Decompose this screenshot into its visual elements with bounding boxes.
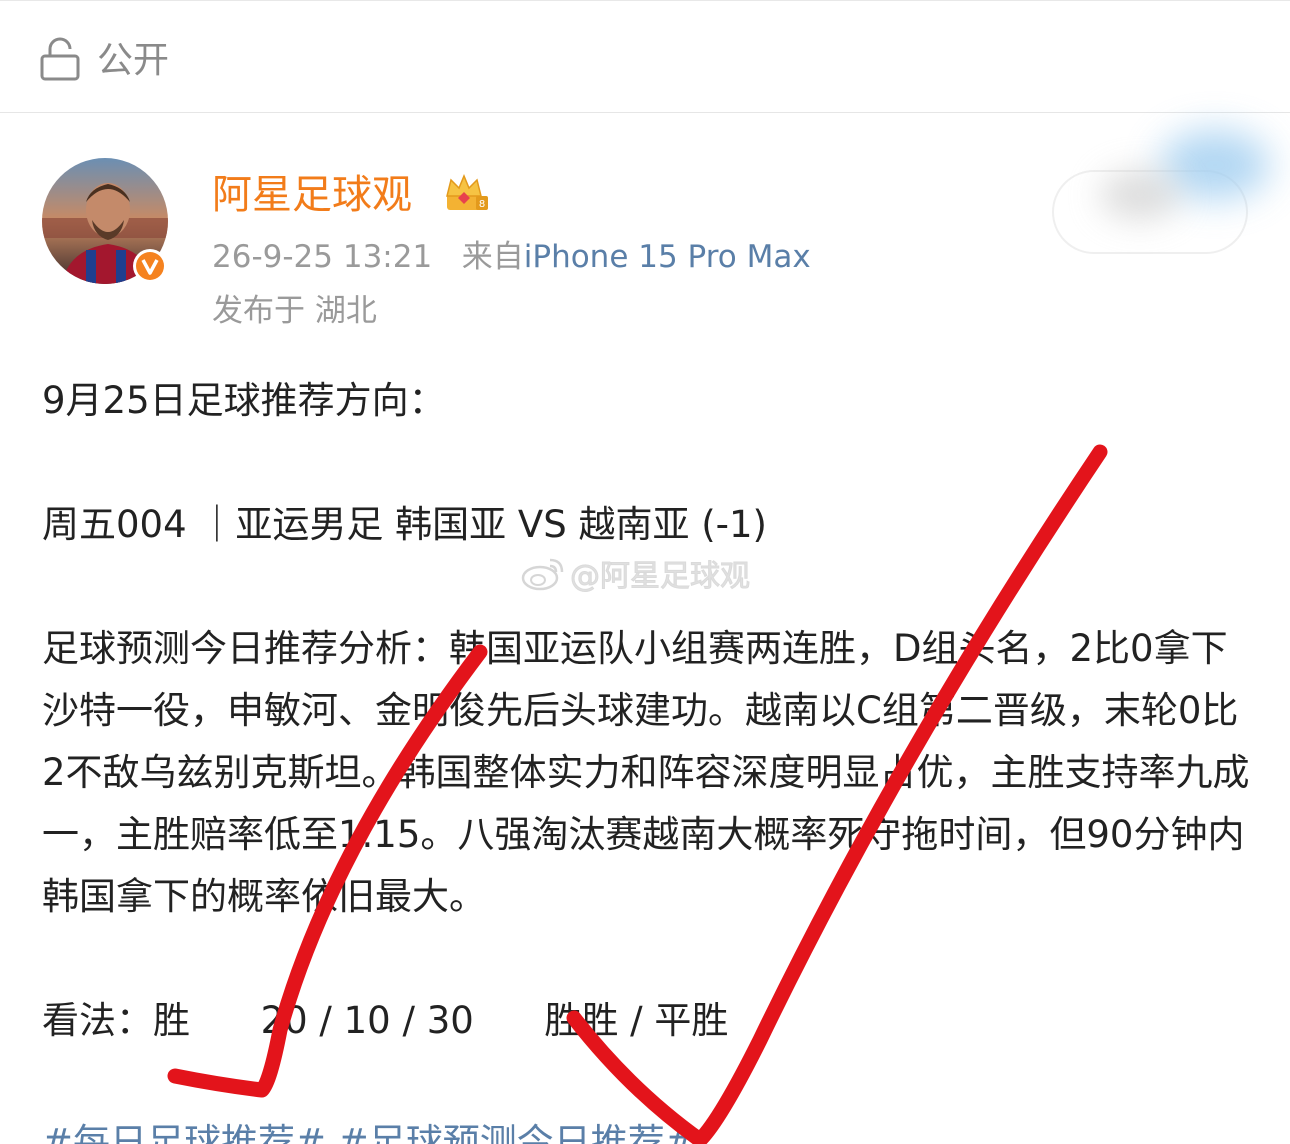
- svg-text:8: 8: [479, 199, 485, 210]
- blurred-overlay-2: [1100, 170, 1180, 220]
- visibility-bar[interactable]: 公开: [0, 0, 1290, 113]
- verified-v-icon: [133, 249, 167, 283]
- crown-membership-icon[interactable]: 8: [443, 172, 489, 214]
- match-line: 周五004 ｜亚运男足 韩国亚 VS 越南亚 (-1): [42, 503, 767, 546]
- analysis-paragraph: 足球预测今日推荐分析：韩国亚运队小组赛两连胜，D组头名，2比0拿下沙特一役，申敏…: [42, 627, 1250, 918]
- username[interactable]: 阿星足球观: [212, 170, 412, 220]
- device-link[interactable]: iPhone 15 Pro Max: [524, 239, 811, 275]
- hashtags[interactable]: #每日足球推荐# #足球预测今日推荐#: [42, 1118, 696, 1144]
- post-headline: 9月25日足球推荐方向：: [42, 379, 446, 422]
- watermark: @阿星足球观: [520, 553, 751, 595]
- timestamp: 26-9-25 13:21: [212, 239, 433, 275]
- verdict-line: 看法：胜 20 / 10 / 30 胜胜 / 平胜: [42, 999, 729, 1042]
- weibo-logo-icon: [521, 558, 564, 591]
- source-prefix: 来自: [461, 239, 524, 275]
- lock-open-icon: [40, 37, 80, 81]
- post-body: 9月25日足球推荐方向： 周五004 ｜亚运男足 韩国亚 VS 越南亚 (-1)…: [42, 370, 1257, 1052]
- watermark-text: @阿星足球观: [570, 559, 751, 595]
- post-meta: 26-9-25 13:21 来自iPhone 15 Pro Max: [212, 237, 811, 277]
- location: 发布于 湖北: [212, 293, 377, 329]
- visibility-label: 公开: [97, 40, 170, 81]
